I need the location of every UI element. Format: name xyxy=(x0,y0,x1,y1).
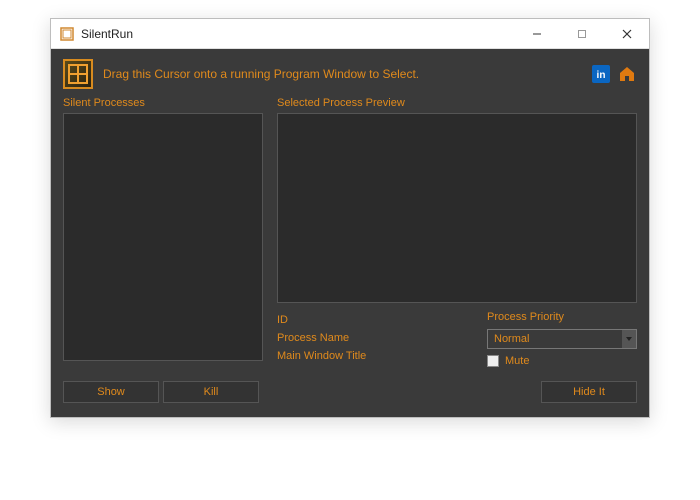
main-grid: Silent Processes Selected Process Previe… xyxy=(63,97,637,367)
mute-label: Mute xyxy=(505,355,529,367)
header-links: in xyxy=(591,64,637,84)
app-icon xyxy=(59,26,75,42)
titlebar: SilentRun xyxy=(51,19,649,49)
chevron-down-icon xyxy=(622,330,636,348)
mute-checkbox[interactable] xyxy=(487,355,499,367)
kill-button[interactable]: Kill xyxy=(163,381,259,403)
main-window-title-label: Main Window Title xyxy=(277,347,477,365)
process-preview-box[interactable] xyxy=(277,113,637,303)
info-right: Process Priority Normal Mute xyxy=(487,311,637,367)
silent-processes-label: Silent Processes xyxy=(63,97,263,109)
button-row: Show Kill Hide It xyxy=(63,381,637,403)
info-left: ID Process Name Main Window Title xyxy=(277,311,477,367)
home-icon[interactable] xyxy=(617,64,637,84)
process-name-label: Process Name xyxy=(277,329,477,347)
window-target-cursor-icon[interactable] xyxy=(63,59,93,89)
kill-button-label: Kill xyxy=(204,386,219,398)
show-button-label: Show xyxy=(97,386,125,398)
client-area: Drag this Cursor onto a running Program … xyxy=(51,49,649,417)
left-column: Silent Processes xyxy=(63,97,263,367)
process-priority-dropdown[interactable]: Normal xyxy=(487,329,637,349)
maximize-button[interactable] xyxy=(559,19,604,48)
svg-text:in: in xyxy=(597,70,606,81)
info-grid: ID Process Name Main Window Title Proces… xyxy=(277,311,637,367)
hide-it-button[interactable]: Hide It xyxy=(541,381,637,403)
window-controls xyxy=(514,19,649,48)
window-title: SilentRun xyxy=(81,27,514,41)
id-label: ID xyxy=(277,311,477,329)
spacer xyxy=(263,381,537,403)
mute-row: Mute xyxy=(487,355,637,367)
minimize-button[interactable] xyxy=(514,19,559,48)
linkedin-icon[interactable]: in xyxy=(591,64,611,84)
process-priority-label: Process Priority xyxy=(487,311,637,327)
right-column: Selected Process Preview ID Process Name… xyxy=(277,97,637,367)
app-window: SilentRun Drag this Cursor onto a run xyxy=(50,18,650,418)
hint-text: Drag this Cursor onto a running Program … xyxy=(103,67,581,81)
silent-processes-list[interactable] xyxy=(63,113,263,361)
close-button[interactable] xyxy=(604,19,649,48)
selected-preview-label: Selected Process Preview xyxy=(277,97,637,109)
show-button[interactable]: Show xyxy=(63,381,159,403)
top-row: Drag this Cursor onto a running Program … xyxy=(63,59,637,89)
priority-value: Normal xyxy=(494,333,529,345)
hide-it-button-label: Hide It xyxy=(573,386,605,398)
